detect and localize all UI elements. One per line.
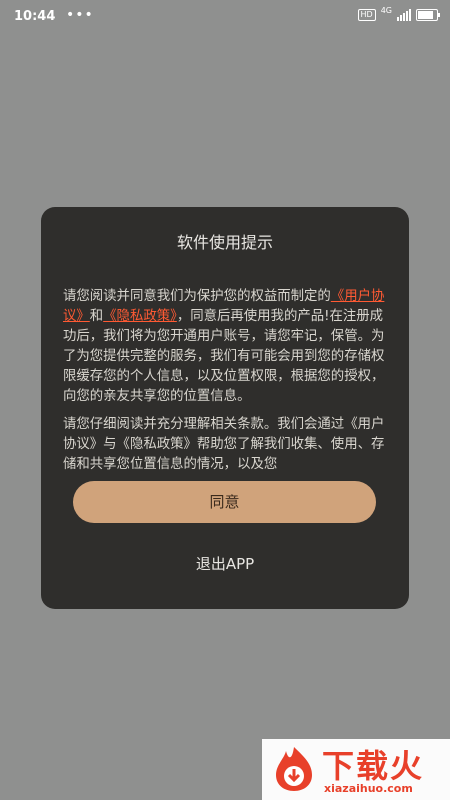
status-icons: HD 4G bbox=[357, 6, 440, 21]
more-dots-icon: ••• bbox=[66, 7, 94, 23]
network-type: 4G bbox=[380, 6, 392, 15]
status-bar: 10:44 ••• HD 4G bbox=[0, 0, 450, 34]
hd-icon: HD bbox=[357, 9, 376, 21]
battery-icon bbox=[416, 9, 440, 21]
watermark-subtitle: xiazaihuo.com bbox=[324, 782, 413, 795]
terms-paragraph: 请您仔细阅读并充分理解相关条款。我们会通过《用户协议》与《隐私政策》帮助您了解我… bbox=[63, 417, 385, 472]
exit-app-button[interactable]: 退出APP bbox=[41, 553, 409, 574]
agree-button[interactable]: 同意 bbox=[73, 481, 376, 523]
agreement-text-intro: 请您阅读并同意我们为保护您的权益而制定的 bbox=[63, 289, 331, 304]
watermark: 下载火 xiazaihuo.com bbox=[262, 739, 450, 800]
signal-icon bbox=[397, 9, 411, 21]
status-time: 10:44 bbox=[14, 9, 56, 24]
dialog-body[interactable]: 请您阅读并同意我们为保护您的权益而制定的《用户协议》和《隐私政策》，同意后再使用… bbox=[63, 287, 387, 472]
watermark-title: 下载火 bbox=[322, 747, 425, 785]
usage-prompt-dialog: 软件使用提示 请您阅读并同意我们为保护您的权益而制定的《用户协议》和《隐私政策》… bbox=[41, 207, 409, 609]
fire-logo-icon bbox=[276, 747, 312, 791]
battery-level bbox=[418, 11, 434, 19]
agreement-paragraph: 请您阅读并同意我们为保护您的权益而制定的《用户协议》和《隐私政策》，同意后再使用… bbox=[63, 287, 387, 407]
dialog-title: 软件使用提示 bbox=[176, 233, 273, 252]
and-text: 和 bbox=[89, 309, 104, 324]
privacy-policy-link[interactable]: 《隐私政策》 bbox=[103, 309, 177, 324]
